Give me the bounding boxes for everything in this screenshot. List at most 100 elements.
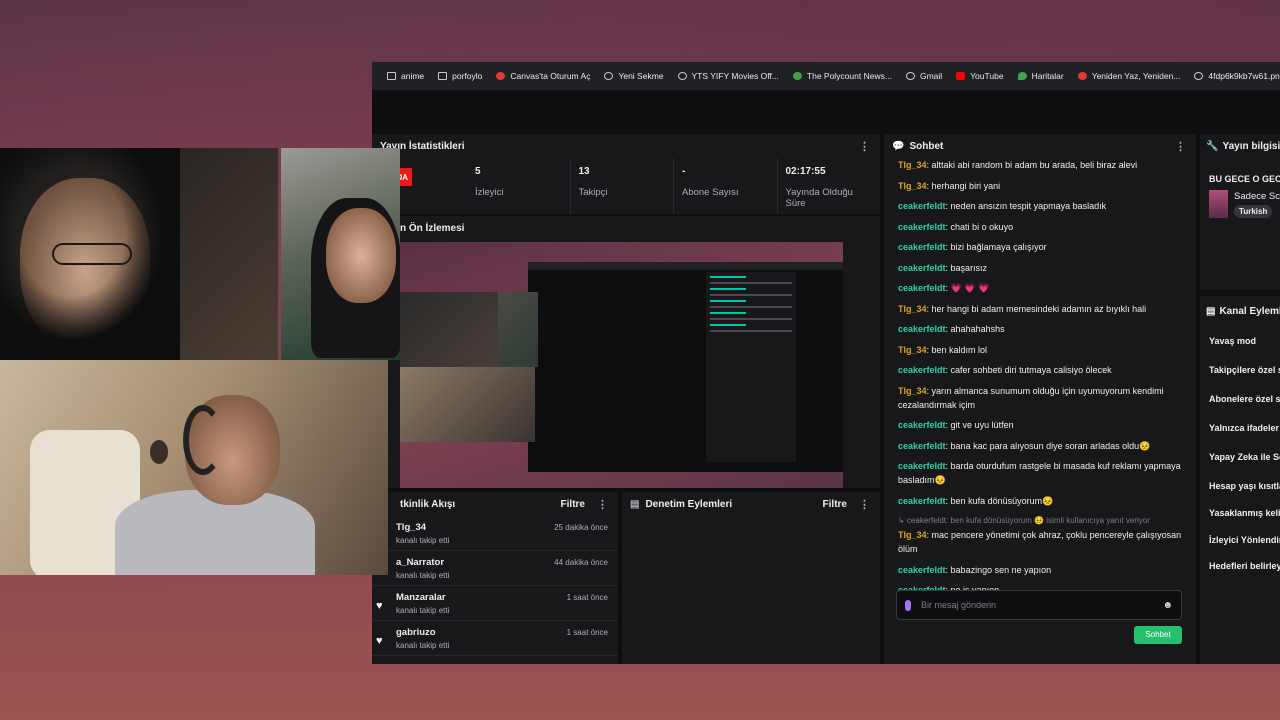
filter-button[interactable]: Filtre [561,499,585,510]
chat-username[interactable]: ceakerfeldt [898,222,946,232]
bookmark-item[interactable]: YTS YIFY Movies Off... [677,71,779,81]
channel-action-item[interactable]: Yalnızca ifadeler [1200,413,1280,442]
channel-action-item[interactable]: İzleyici Yönlendir [1200,527,1280,554]
chat-username[interactable]: Tlg_34 [898,304,927,314]
chat-username[interactable]: ceakerfeldt [898,441,946,451]
filter-button[interactable]: Filtre [823,499,847,510]
activity-main: gabriuzo kanalı takip etti [388,627,567,650]
doc-icon: ▤ [630,498,640,510]
activity-main: Tlg_34 kanalı takip etti [388,522,554,545]
activity-item[interactable]: ♥ gabriuzo kanalı takip etti 1 saat önce [372,621,618,656]
channel-action-item[interactable]: Yapay Zeka ile Sc [1200,442,1280,471]
bookmark-item[interactable]: anime [387,71,424,81]
chat-username[interactable]: ceakerfeldt [898,263,946,273]
preview-line [710,276,746,278]
stream-preview-video[interactable] [400,242,843,488]
chat-message: ceakerfeldt: ahahahahshs [898,324,1005,334]
chat-text: 💗 💗 💗 [950,283,990,293]
activity-user: Tlg_34 [396,522,427,533]
browser-window: anime porfoylo Canvas'ta Oturum Aç Yeni Sek… [372,62,1280,664]
chat-bubble-icon: 💬 [892,140,905,152]
emoji-icon[interactable]: ☻ [1162,600,1173,611]
chat-text: chati bi o okuyo [950,221,1014,232]
more-options-icon[interactable]: ⋮ [859,498,870,511]
channel-action-item[interactable]: Yasaklanmış keli [1200,500,1280,527]
stat-viewers: 5 İzleyici [372,158,571,214]
chat-username[interactable]: Tlg_34 [898,345,927,355]
stat-value: - [682,166,686,177]
bookmark-item[interactable]: Canvas'ta Oturum Aç [496,71,590,81]
channel-action-item[interactable]: Hesap yaşı kısıtla [1200,471,1280,500]
chat-message: ceakerfeldt: barda oturdufum rastgele bi… [898,461,1181,485]
activity-item[interactable]: ♥a_Narratorkanalı takip etti44 dakika ön… [372,551,618,586]
language-tag[interactable]: Turkish [1234,204,1273,218]
more-options-icon[interactable]: ⋮ [859,140,870,153]
bookmark-item[interactable]: porfoylo [438,71,482,81]
bookmark-item[interactable]: Haritalar [1017,71,1064,81]
rewrite-icon [1077,72,1087,80]
channel-action-item[interactable]: Abonelere özel so [1200,384,1280,413]
chat-username[interactable]: ceakerfeldt [898,324,946,334]
chat-username[interactable]: Tlg_34 [898,530,927,540]
channel-action-item[interactable]: Yavaş mod [1200,326,1280,355]
chat-username[interactable]: Tlg_34 [898,386,927,396]
chat-message: Tlg_34: yarın almanca sunumum olduğu içi… [898,385,1164,410]
activity-desc: kanalı takip etti [396,536,450,545]
headset-shape [183,405,223,475]
webcam-host [0,148,278,360]
chat-text: ben kaldım lol [931,344,988,355]
chat-username[interactable]: ceakerfeldt [898,420,946,430]
chat-message: ceakerfeldt: 💗 💗 💗 [898,283,990,293]
preview-webcam [400,292,510,367]
list-icon: ▤ [1206,305,1216,317]
chat-username[interactable]: ceakerfeldt [898,283,946,293]
chat-username[interactable]: Tlg_34 [898,181,927,191]
chat-username[interactable]: ceakerfeldt [898,565,946,575]
preview-line [710,306,792,308]
youtube-icon [956,72,966,80]
chat-username[interactable]: ceakerfeldt [898,461,946,471]
chat-send-button[interactable]: Sohbet [1134,626,1182,644]
bookmark-item[interactable]: 4fdp6k9kb7w61.pn... [1194,71,1280,81]
bookmark-item[interactable]: Gmail [905,71,942,81]
chat-username[interactable]: ceakerfeldt [898,496,946,506]
mic-icon[interactable] [905,599,911,611]
bookmark-label: porfoylo [452,71,483,81]
chat-username[interactable]: Tlg_34 [898,160,927,170]
activity-desc: kanalı takip etti [396,571,450,580]
more-options-icon[interactable]: ⋮ [597,498,608,511]
bookmark-item[interactable]: YouTube [956,71,1004,81]
globe-icon [1194,72,1204,80]
activity-user: a_Narrator [396,557,445,568]
activity-feed-panel: tkinlik Akışı Filtre ⋮ ♥ Tlg_34 kanalı tak… [372,492,618,664]
activity-item[interactable]: ♥Tlg_34kanalı takip etti25 dakika önce [372,516,618,551]
chat-username[interactable]: ceakerfeldt [898,365,946,375]
bookmark-item[interactable]: The Polycount News... [792,71,892,81]
channel-action-item[interactable]: Takipçilere özel s [1200,355,1280,384]
bookmark-item[interactable]: Yeni Sekme [604,71,664,81]
chat-text: herhangi biri yani [931,180,1001,191]
chat-text: ben kufa dönüsüyorum😣 [950,495,1054,506]
polycount-icon [792,72,802,80]
webcam-person [105,395,345,575]
heart-icon: ♥ [376,600,383,612]
chat-input[interactable]: Bir mesaj gönderin ☻ [896,590,1182,620]
more-options-icon[interactable]: ⋮ [1175,140,1186,153]
chat-username[interactable]: ceakerfeldt [898,201,946,211]
bookmark-item[interactable]: Yeniden Yaz, Yeniden... [1077,71,1180,81]
chat-message: ceakerfeldt: git ve uyu lütfen [898,420,1014,430]
activity-item[interactable]: ♥ Manzaralar kanalı takip etti 1 saat önce [372,586,618,621]
bookmark-label: YouTube [970,71,1004,81]
chat-message: ceakerfeldt: bana kac para alıyosun diye… [898,440,1151,451]
stat-value: 5 [475,166,481,177]
chat-message: ceakerfeldt: ben kufa dönüsüyorum😣 [898,495,1054,506]
stat-label: Yayında Olduğu Süre [785,187,853,210]
chat-username[interactable]: ceakerfeldt [898,242,946,252]
preview-line [710,288,746,290]
channel-action-item[interactable]: Hedefleri belirley [1200,553,1280,580]
moderation-actions-panel: ▤ Denetim Eylemleri Filtre ⋮ [622,492,880,664]
chat-message: Tlg_34: mac pencere yönetimi çok ahraz, … [898,530,1182,554]
category-thumbnail [1209,190,1229,218]
activity-time: 1 saat önce [566,593,608,602]
stream-stats-panel: Yayın İstatistikleri ⋮ DA 5 İzleyici 13 … [372,134,880,214]
